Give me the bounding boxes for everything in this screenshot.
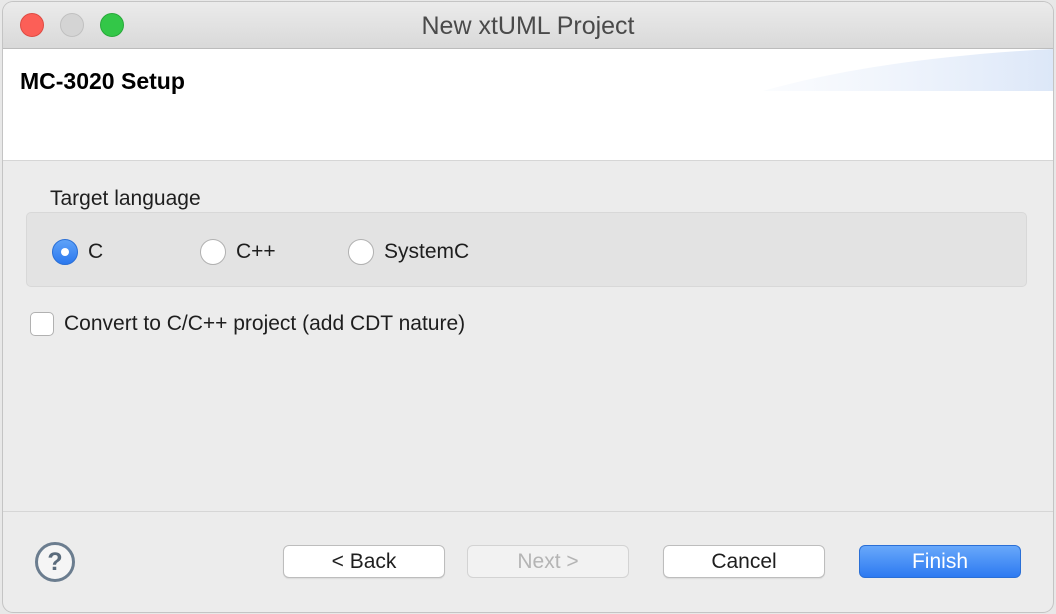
cancel-button[interactable]: Cancel bbox=[663, 545, 825, 578]
target-language-label: Target language bbox=[50, 187, 201, 210]
finish-button[interactable]: Finish bbox=[859, 545, 1021, 578]
title-bar[interactable]: New xtUML Project bbox=[3, 2, 1053, 49]
page-title: MC-3020 Setup bbox=[20, 68, 185, 94]
radio-selected-icon[interactable] bbox=[52, 239, 78, 265]
radio-systemc-label: SystemC bbox=[384, 240, 470, 263]
radio-cpp-label: C++ bbox=[236, 240, 276, 263]
cdt-nature-checkbox[interactable] bbox=[30, 312, 54, 336]
radio-cpp[interactable]: C++ bbox=[200, 237, 276, 267]
window-title: New xtUML Project bbox=[421, 12, 635, 40]
radio-systemc[interactable]: SystemC bbox=[348, 237, 469, 267]
dialog-window: New xtUML Project MC-3020 Setup Target l… bbox=[3, 2, 1053, 612]
cdt-nature-label: Convert to C/C++ project (add CDT nature… bbox=[64, 312, 466, 335]
wizard-content: Target language C C++ SystemC Convert to… bbox=[3, 161, 1053, 511]
cdt-nature-option[interactable]: Convert to C/C++ project (add CDT nature… bbox=[30, 312, 465, 336]
radio-unselected-icon[interactable] bbox=[348, 239, 374, 265]
wizard-header: MC-3020 Setup bbox=[3, 49, 1053, 161]
radio-unselected-icon[interactable] bbox=[200, 239, 226, 265]
next-button[interactable]: Next > bbox=[467, 545, 629, 578]
banner-swoosh-graphic bbox=[763, 49, 1053, 91]
radio-c[interactable]: C bbox=[52, 237, 103, 267]
back-button[interactable]: < Back bbox=[283, 545, 445, 578]
radio-dot-icon bbox=[61, 248, 69, 256]
help-icon[interactable]: ? bbox=[35, 542, 75, 582]
button-bar: ? < Back Next > Cancel Finish bbox=[3, 511, 1053, 612]
radio-c-label: C bbox=[88, 240, 104, 263]
target-language-group: C C++ SystemC bbox=[26, 212, 1027, 287]
